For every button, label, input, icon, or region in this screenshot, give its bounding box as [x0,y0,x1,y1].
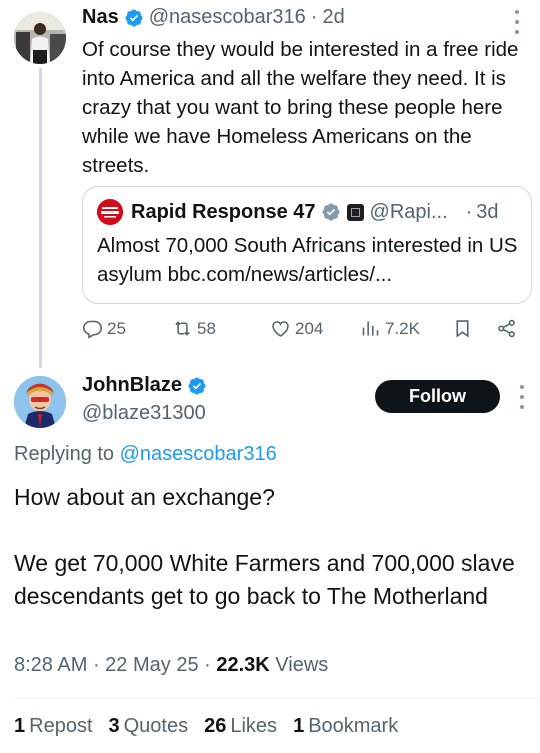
quoted-tweet-card[interactable]: Rapid Response 47 @Rapi... · 3d Almost 7… [82,186,532,304]
bookmarks-stat[interactable]: 1 Bookmark [293,715,398,738]
replying-to-link[interactable]: @nasescobar316 [120,443,277,465]
follow-button[interactable]: Follow [375,380,500,413]
tweet-time[interactable]: 8:28 AM [14,654,87,676]
verified-badge-icon [188,376,206,395]
replying-to-prefix: Replying to [14,443,120,465]
repost-button[interactable]: 58 [172,318,216,339]
quoted-tweet-header: Rapid Response 47 @Rapi... · 3d [97,199,499,225]
quotes-stat[interactable]: 3 Quotes [109,715,189,738]
author-name-row: JohnBlaze [82,374,212,397]
tweet-action-bar: 25 58 204 7.2K [82,318,522,346]
reply-count: 25 [107,318,126,338]
quotes-label: Quotes [123,715,189,737]
views-button[interactable]: 7.2K [360,318,420,339]
rapid-response-logo-icon [97,199,123,225]
engagement-stats: 1 Repost 3 Quotes 26 Likes 1 Bookmark [14,715,414,738]
divider [14,697,540,698]
repost-icon [175,321,190,336]
views-label: Views [275,654,329,676]
replying-to-line: Replying to @nasescobar316 [14,443,277,466]
avatar-photo-icon [14,12,66,64]
views-count: 22.3K [216,654,270,676]
thread-connector-line [39,68,42,368]
author-handle[interactable]: @nasescobar316 [149,6,306,29]
reposts-stat[interactable]: 1 Repost [14,715,93,738]
more-options-icon[interactable] [517,385,527,409]
share-button[interactable] [496,318,521,339]
avatar[interactable] [14,376,66,428]
quoted-tweet-timestamp: 3d [476,200,499,223]
verified-badge-icon [125,8,143,27]
views-chart-icon [362,321,379,336]
cartoon-avatar-icon [14,376,66,428]
bookmarks-count: 1 [293,715,305,737]
meta-separator: · [87,654,106,676]
reply-icon [82,320,103,339]
author-name[interactable]: Nas [82,6,119,29]
affiliate-badge-icon [346,203,364,221]
tweet-timestamp[interactable]: 2d [322,6,344,29]
more-options-icon[interactable] [512,10,522,34]
reposts-label: Repost [29,715,93,737]
separator-dot: · [465,200,473,223]
bookmark-button[interactable] [452,318,477,339]
heart-icon [272,321,289,337]
tweet-text: How about an exchange? We get 70,000 Whi… [14,484,515,609]
quoted-author-avatar [97,199,123,225]
separator-dot: · [310,6,318,28]
gray-verified-badge-icon [321,203,340,221]
tweet-text: Of course they would be interested in a … [82,38,519,177]
likes-stat[interactable]: 26 Likes [204,715,277,738]
repost-count: 58 [197,318,216,338]
quoted-author-name: Rapid Response 47 [131,200,316,223]
parent-tweet[interactable]: Nas @nasescobar316 · 2d Of course they w… [0,0,540,368]
meta-separator: · [198,654,217,676]
tweet-date[interactable]: 22 May 25 [105,654,198,676]
reply-button[interactable]: 25 [82,318,126,339]
author-handle[interactable]: @blaze31300 [82,402,206,425]
parent-tweet-header: Nas @nasescobar316 · 2d [82,6,345,29]
tweet-meta: 8:28 AM · 22 May 25 · 22.3K Views [14,654,328,677]
likes-label: Likes [230,715,278,737]
quotes-count: 3 [108,715,120,737]
views-count: 7.2K [385,318,420,338]
like-count: 204 [295,318,324,338]
avatar[interactable] [14,12,66,64]
bookmark-icon [456,320,469,338]
likes-count: 26 [204,715,227,737]
quoted-author-handle: @Rapi... [369,200,448,223]
like-button[interactable]: 204 [270,318,323,339]
reposts-count: 1 [14,715,26,737]
quoted-tweet-text: Almost 70,000 South Africans interested … [97,234,518,286]
share-icon [498,319,515,338]
bookmarks-label: Bookmark [308,715,399,737]
author-name[interactable]: JohnBlaze [82,374,182,397]
